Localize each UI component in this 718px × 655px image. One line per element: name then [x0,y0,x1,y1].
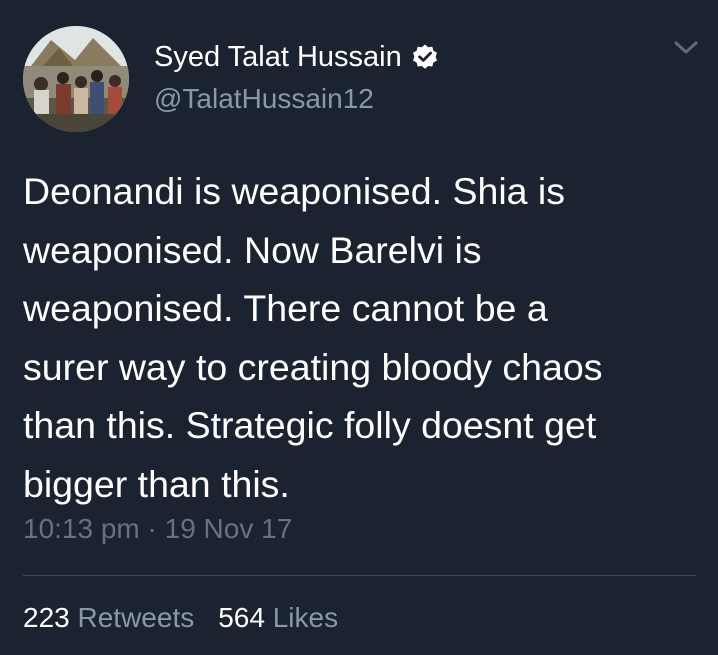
likes-stat[interactable]: 564 Likes [218,601,338,635]
tweet-text-line: surer way to creating bloody chaos [23,345,603,388]
display-name-text: Syed Talat Hussain [154,41,402,73]
display-name[interactable]: Syed Talat Hussain [154,40,439,74]
tweet-text: Deonandi is weaponised. Shia is weaponis… [23,162,703,513]
retweets-label: Retweets [77,602,195,633]
verified-badge-icon [411,43,439,71]
tweet-text-line: weaponised. Now Barelvi is [23,228,482,271]
divider [23,575,696,576]
tweet-text-line: weaponised. There cannot be a [23,287,548,329]
tweet-text-line: bigger than this. [23,462,290,505]
user-handle[interactable]: @TalatHussain12 [154,82,374,116]
retweets-stat[interactable]: 223 Retweets [23,601,194,635]
chevron-down-icon[interactable] [672,38,700,58]
likes-label: Likes [272,602,339,633]
tweet-text-line: Deonandi is weaponised. Shia is [23,170,566,212]
avatar[interactable] [23,26,129,132]
tweet-text-line: than this. Strategic folly doesnt get [23,404,597,446]
tweet-stats: 223 Retweets 564 Likes [23,601,338,635]
retweets-count: 223 [23,602,70,633]
tweet-timestamp[interactable]: 10:13 pm · 19 Nov 17 [23,512,292,546]
likes-count: 564 [218,602,265,633]
profile-photo-image [23,26,129,132]
